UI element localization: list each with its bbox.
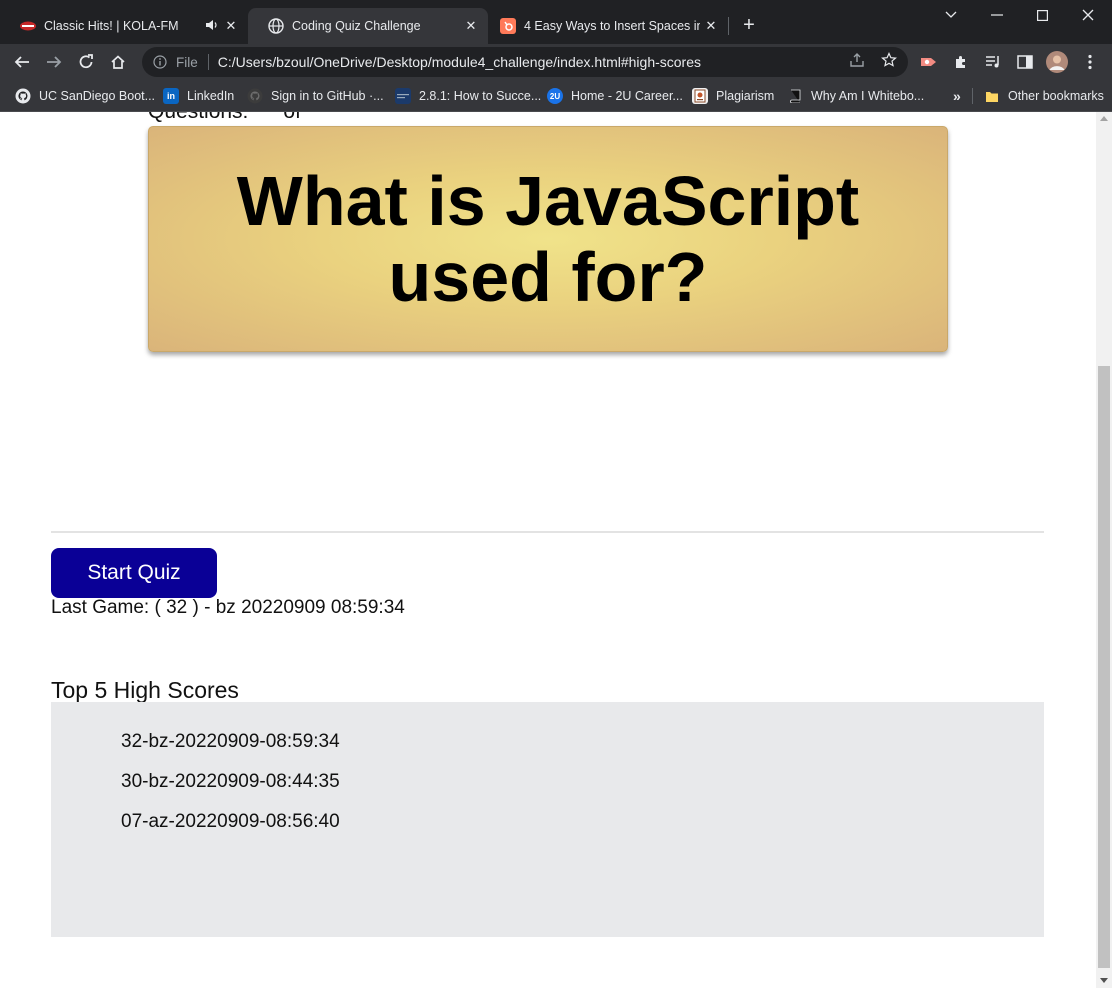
high-scores-list: 32-bz-20220909-08:59:34 30-bz-20220909-0… bbox=[121, 730, 340, 850]
tab-title: Classic Hits! | KOLA-FM bbox=[44, 19, 179, 33]
divider bbox=[51, 531, 1044, 533]
questions-counter: Questions: of bbox=[148, 112, 301, 124]
high-scores-heading: Top 5 High Scores bbox=[51, 677, 239, 703]
star-icon[interactable] bbox=[880, 51, 898, 69]
hubspot-icon bbox=[500, 18, 516, 34]
bookmark-whiteboard[interactable]: Why Am I Whitebo... bbox=[787, 85, 924, 107]
scroll-up-arrow-icon[interactable] bbox=[1100, 116, 1108, 121]
tab-title: Coding Quiz Challenge bbox=[292, 19, 421, 33]
browser-window: Classic Hits! | KOLA-FM ✕ Coding Quiz Ch… bbox=[0, 0, 1112, 988]
profile-avatar[interactable] bbox=[1043, 48, 1071, 76]
scrollbar-thumb[interactable] bbox=[1098, 366, 1110, 968]
github-dark-icon bbox=[15, 88, 31, 104]
github-icon bbox=[247, 88, 263, 104]
bookmark-label: 2.8.1: How to Succe... bbox=[419, 89, 542, 103]
divider bbox=[972, 88, 973, 104]
question-text: What is JavaScript used for? bbox=[236, 162, 860, 316]
bookmark-uc-sandiego[interactable]: UC SanDiego Boot... bbox=[15, 85, 155, 107]
bookmark-plagiarism[interactable]: Plagiarism bbox=[692, 85, 774, 107]
tab-kola-fm[interactable]: Classic Hits! | KOLA-FM ✕ bbox=[0, 8, 248, 44]
linkedin-icon: in bbox=[163, 88, 179, 104]
forward-arrow-icon[interactable] bbox=[40, 48, 68, 76]
close-icon[interactable]: ✕ bbox=[462, 17, 480, 35]
bookmarks-bar: UC SanDiego Boot... in LinkedIn Sign in … bbox=[0, 80, 1112, 112]
high-score-item: 07-az-20220909-08:56:40 bbox=[121, 811, 340, 832]
book-icon bbox=[787, 88, 803, 104]
media-controls-icon[interactable] bbox=[979, 48, 1007, 76]
tab-strip: Classic Hits! | KOLA-FM ✕ Coding Quiz Ch… bbox=[0, 0, 1112, 44]
home-icon[interactable] bbox=[104, 48, 132, 76]
question-card: What is JavaScript used for? bbox=[148, 126, 948, 352]
file-scheme-label: File bbox=[176, 54, 198, 70]
folder-icon bbox=[984, 88, 1000, 104]
bookmark-label: Plagiarism bbox=[716, 89, 775, 103]
bookmark-label: UC SanDiego Boot... bbox=[39, 89, 156, 103]
bookmark-github-signin[interactable]: Sign in to GitHub ·... bbox=[247, 85, 384, 107]
tab-separator bbox=[728, 17, 729, 35]
minimize-icon[interactable] bbox=[982, 4, 1012, 26]
info-icon[interactable] bbox=[152, 54, 168, 70]
plagiarism-icon bbox=[692, 88, 708, 104]
new-tab-button[interactable]: + bbox=[738, 14, 760, 36]
tab-search-icon[interactable] bbox=[936, 4, 966, 26]
start-quiz-button[interactable]: Start Quiz bbox=[51, 548, 217, 598]
bookmark-2u-career[interactable]: 2U Home - 2U Career... bbox=[547, 85, 683, 107]
tab-insert-spaces[interactable]: 4 Easy Ways to Insert Spaces in H ✕ bbox=[488, 8, 728, 44]
high-score-item: 32-bz-20220909-08:59:34 bbox=[121, 731, 340, 752]
other-bookmarks-label: Other bookmarks bbox=[1008, 89, 1104, 103]
address-bar[interactable]: File C:/Users/bzoul/OneDrive/Desktop/mod… bbox=[142, 47, 908, 77]
puzzle-icon[interactable] bbox=[947, 48, 975, 76]
bookmark-canvas[interactable]: 2.8.1: How to Succe... bbox=[395, 85, 541, 107]
url-text[interactable]: C:/Users/bzoul/OneDrive/Desktop/module4_… bbox=[218, 54, 701, 70]
canvas-icon bbox=[395, 88, 411, 104]
browser-toolbar: File C:/Users/bzoul/OneDrive/Desktop/mod… bbox=[0, 44, 1112, 80]
back-arrow-icon[interactable] bbox=[8, 48, 36, 76]
reload-icon[interactable] bbox=[72, 48, 100, 76]
scroll-down-arrow-icon[interactable] bbox=[1100, 978, 1108, 983]
tab-title: 4 Easy Ways to Insert Spaces in H bbox=[524, 19, 700, 33]
2u-icon: 2U bbox=[547, 88, 563, 104]
close-icon[interactable]: ✕ bbox=[702, 17, 720, 35]
close-window-icon[interactable] bbox=[1073, 4, 1103, 26]
extension-record-icon[interactable] bbox=[915, 48, 943, 76]
page-viewport: Questions: of What is JavaScript used fo… bbox=[0, 112, 1096, 988]
close-icon[interactable]: ✕ bbox=[222, 17, 240, 35]
last-game-text: Last Game: ( 32 ) - bz 20220909 08:59:34 bbox=[51, 597, 405, 618]
side-panel-icon[interactable] bbox=[1011, 48, 1039, 76]
vertical-scrollbar[interactable] bbox=[1096, 112, 1112, 988]
high-scores-panel: 32-bz-20220909-08:59:34 30-bz-20220909-0… bbox=[51, 702, 1044, 937]
more-menu-icon[interactable] bbox=[1076, 48, 1104, 76]
globe-icon bbox=[268, 18, 284, 34]
bookmark-label: Sign in to GitHub ·... bbox=[271, 89, 384, 103]
bookmarks-overflow-button[interactable]: » bbox=[953, 85, 961, 107]
high-score-item: 30-bz-20220909-08:44:35 bbox=[121, 771, 340, 792]
bookmark-label: Why Am I Whitebo... bbox=[811, 89, 925, 103]
other-bookmarks[interactable]: Other bookmarks bbox=[984, 85, 1104, 107]
tab-coding-quiz[interactable]: Coding Quiz Challenge ✕ bbox=[248, 8, 488, 44]
maximize-icon[interactable] bbox=[1027, 4, 1057, 26]
bookmark-label: LinkedIn bbox=[187, 89, 235, 103]
kola-fm-icon bbox=[20, 18, 36, 34]
divider bbox=[207, 54, 209, 70]
share-icon[interactable] bbox=[848, 51, 866, 69]
speaker-icon[interactable] bbox=[205, 18, 219, 35]
bookmark-linkedin[interactable]: in LinkedIn bbox=[163, 85, 234, 107]
bookmark-label: Home - 2U Career... bbox=[571, 89, 683, 103]
